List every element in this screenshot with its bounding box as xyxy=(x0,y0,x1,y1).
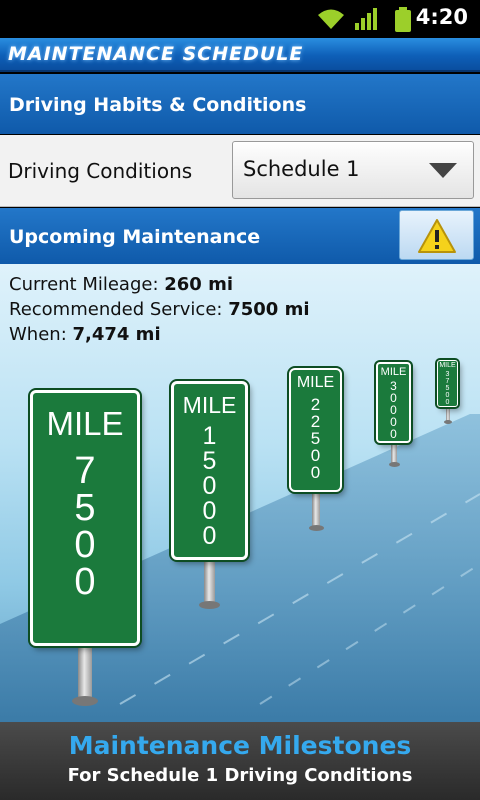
app-title: MAINTENANCE SCHEDULE xyxy=(8,43,304,65)
when-line: When: 7,474 mi xyxy=(9,322,310,347)
sign-digit: 3 xyxy=(445,371,450,378)
sign-digit: 0 xyxy=(310,463,321,482)
sign-digit: 7 xyxy=(445,378,450,385)
when-label: When: xyxy=(9,324,73,345)
dropdown-arrow-icon xyxy=(429,163,457,178)
sign-digit: 0 xyxy=(74,524,96,566)
sign-digit: 5 xyxy=(445,385,450,392)
wifi-icon xyxy=(318,9,344,29)
sign-board: MILE 37500 xyxy=(437,360,458,407)
driving-conditions-selected: Schedule 1 xyxy=(243,157,360,181)
sign-mile-label: MILE xyxy=(46,405,124,442)
signal-icon xyxy=(355,8,377,30)
sign-digit: 0 xyxy=(445,399,450,406)
sign-board: MILE 30000 xyxy=(376,362,411,443)
sign-pole xyxy=(204,556,215,606)
sign-number: 22500 xyxy=(291,396,340,481)
current-mileage-label: Current Mileage: xyxy=(9,274,165,295)
sign-digit: 7 xyxy=(74,450,96,492)
status-time: 4:20 xyxy=(415,5,468,29)
footer-subtitle: For Schedule 1 Driving Conditions xyxy=(67,765,413,786)
sign-digit: 0 xyxy=(390,427,397,441)
sign-digit: 0 xyxy=(202,497,217,525)
sign-base xyxy=(199,601,220,609)
footer-title: Maintenance Milestones xyxy=(68,731,412,760)
sign-base xyxy=(309,525,324,531)
sign-pole xyxy=(78,640,92,702)
sign-pole xyxy=(312,492,320,528)
milestones-scene: Current Mileage: 260 mi Recommended Serv… xyxy=(0,264,480,722)
sign-pole xyxy=(391,442,397,464)
upcoming-maintenance-title: Upcoming Maintenance xyxy=(9,226,261,248)
milestone-sign-4: MILE 30000 xyxy=(376,362,414,472)
sign-digit: 0 xyxy=(202,522,217,550)
current-mileage-value: 260 mi xyxy=(164,274,234,295)
sign-digit: 5 xyxy=(202,447,217,475)
driving-conditions-dropdown[interactable]: Schedule 1 xyxy=(232,141,474,199)
sign-digit: 2 xyxy=(310,412,321,431)
sign-mile-label: MILE xyxy=(380,366,407,378)
milestone-sign-2: MILE 15000 xyxy=(171,381,251,611)
sign-number: 30000 xyxy=(378,380,409,440)
sign-digit: 2 xyxy=(310,395,321,414)
when-value: 7,474 mi xyxy=(72,324,161,345)
sign-digit: 0 xyxy=(74,561,96,603)
milestone-sign-1: MILE 7500 xyxy=(30,390,142,720)
sign-digit: 0 xyxy=(202,472,217,500)
app-title-bar: MAINTENANCE SCHEDULE xyxy=(0,38,480,72)
warning-icon xyxy=(418,219,456,253)
sign-board: MILE 15000 xyxy=(171,381,248,560)
sign-mile-label: MILE xyxy=(439,362,456,369)
sign-base xyxy=(72,696,98,706)
sign-digit: 0 xyxy=(445,392,450,399)
driving-conditions-row: Driving Conditions Schedule 1 xyxy=(0,135,480,207)
sign-number: 15000 xyxy=(174,424,245,549)
milestone-sign-5: MILE 37500 xyxy=(437,360,461,432)
driving-habits-header: Driving Habits & Conditions xyxy=(0,74,480,134)
sign-digit: 0 xyxy=(310,446,321,465)
recommended-service-label: Recommended Service: xyxy=(9,299,229,320)
milestone-sign-3: MILE 22500 xyxy=(289,368,345,538)
current-mileage-line: Current Mileage: 260 mi xyxy=(9,272,310,297)
recommended-service-line: Recommended Service: 7500 mi xyxy=(9,297,310,322)
battery-icon xyxy=(395,7,411,32)
sign-digit: 5 xyxy=(74,487,96,529)
sign-number: 7500 xyxy=(33,450,137,603)
sign-base xyxy=(389,462,400,467)
status-bar: 4:20 xyxy=(0,0,480,38)
warning-button[interactable] xyxy=(399,210,474,260)
footer-banner: Maintenance Milestones For Schedule 1 Dr… xyxy=(0,722,480,800)
sign-digit: 5 xyxy=(310,429,321,448)
sign-mile-label: MILE xyxy=(296,374,335,391)
driving-conditions-label: Driving Conditions xyxy=(8,159,193,183)
driving-habits-title: Driving Habits & Conditions xyxy=(9,94,307,116)
sign-mile-label: MILE xyxy=(182,392,237,418)
recommended-service-value: 7500 mi xyxy=(228,299,310,320)
mileage-info: Current Mileage: 260 mi Recommended Serv… xyxy=(9,272,310,347)
sign-number: 37500 xyxy=(438,371,457,406)
sign-board: MILE 7500 xyxy=(30,390,140,646)
sign-board: MILE 22500 xyxy=(289,368,342,492)
sign-digit: 1 xyxy=(202,422,217,450)
sign-base xyxy=(444,420,452,424)
